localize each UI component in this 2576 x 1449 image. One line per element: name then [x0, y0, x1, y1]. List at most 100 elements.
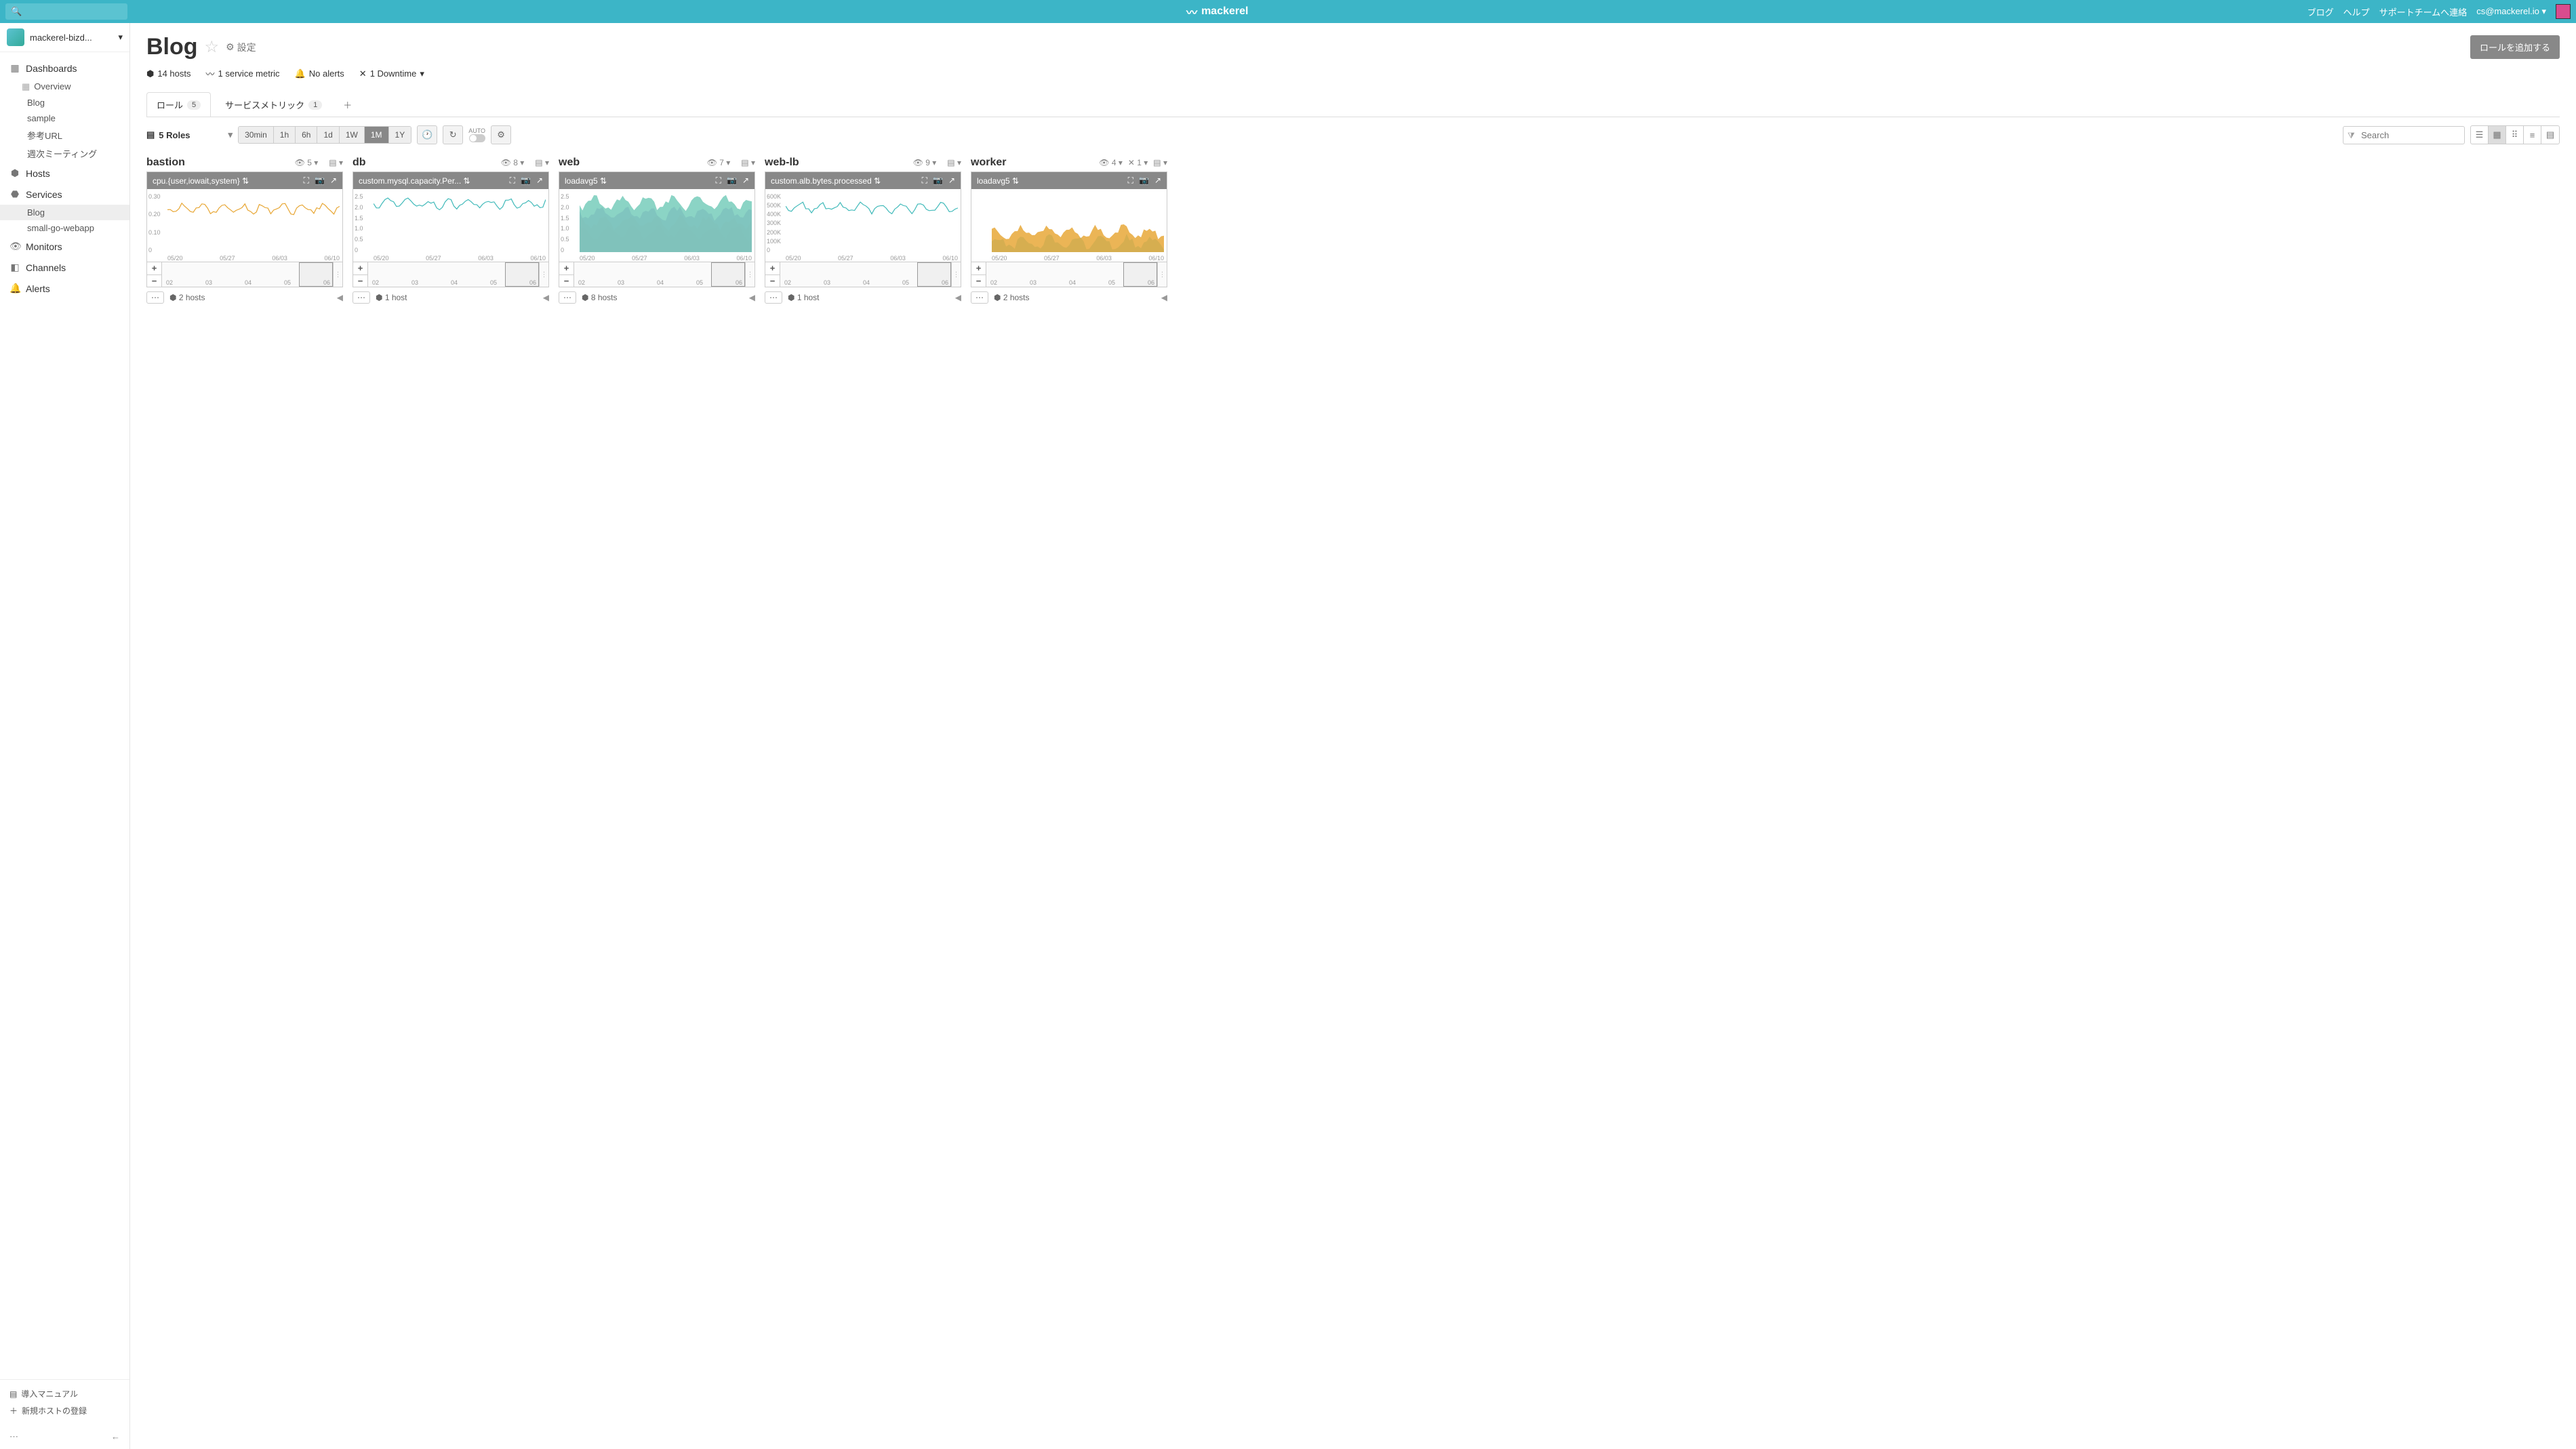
overview-chart[interactable]: 0203040506⋮: [368, 262, 548, 287]
nav-dash-refurl[interactable]: 参考URL: [0, 126, 129, 144]
range-1Y[interactable]: 1Y: [389, 127, 411, 143]
share-icon[interactable]: ↗: [330, 176, 337, 186]
drag-handle[interactable]: ⋮: [539, 262, 548, 287]
collapse-arrow[interactable]: ◀: [1161, 293, 1167, 302]
auto-toggle[interactable]: AUTO: [468, 127, 485, 142]
global-search[interactable]: 🔍: [5, 3, 127, 20]
nav-hosts[interactable]: ⬢Hosts: [0, 163, 129, 184]
camera-icon[interactable]: 📷: [1139, 176, 1149, 186]
overview-chart[interactable]: 0203040506⋮: [574, 262, 754, 287]
sidebar-new-host[interactable]: ＋新規ホストの登録: [9, 1402, 120, 1419]
more-icon[interactable]: ⋯: [9, 1431, 18, 1442]
overview-chart[interactable]: 0203040506⋮: [162, 262, 342, 287]
add-role-button[interactable]: ロールを追加する: [2470, 35, 2560, 59]
sidebar-manual[interactable]: ▤導入マニュアル: [9, 1385, 120, 1402]
range-6h[interactable]: 6h: [296, 127, 317, 143]
more-button[interactable]: ⋯: [971, 291, 988, 304]
metric-name[interactable]: custom.alb.bytes.processed ⇅: [771, 176, 918, 186]
topbar-user[interactable]: cs@mackerel.io ▾: [2476, 6, 2546, 17]
drag-handle[interactable]: ⋮: [1157, 262, 1167, 287]
nav-service-small-go[interactable]: small-go-webapp: [0, 220, 129, 236]
share-icon[interactable]: ↗: [1154, 176, 1161, 186]
nav-dash-sample[interactable]: sample: [0, 110, 129, 126]
note-icon[interactable]: ▤ ▾: [1153, 158, 1167, 167]
expand-icon[interactable]: ⛶: [716, 176, 721, 186]
zoom-out[interactable]: −: [353, 275, 367, 287]
view-grid[interactable]: ▦: [2489, 126, 2506, 144]
refresh-button[interactable]: ↻: [443, 125, 463, 144]
watch-count[interactable]: 👁 7 ▾: [707, 158, 731, 167]
zoom-in[interactable]: +: [971, 262, 986, 275]
search-input[interactable]: [2343, 126, 2465, 144]
summary-downtime[interactable]: ✕1 Downtime ▾: [359, 67, 424, 80]
clock-button[interactable]: 🕐: [417, 125, 437, 144]
topbar-link-support[interactable]: サポートチームへ連絡: [2379, 5, 2468, 18]
drag-handle[interactable]: ⋮: [745, 262, 754, 287]
hosts-count[interactable]: ⬢ 2 hosts: [169, 293, 205, 302]
view-dots[interactable]: ⠿: [2506, 126, 2524, 144]
overview-chart[interactable]: 0203040506⋮: [986, 262, 1167, 287]
drag-handle[interactable]: ⋮: [333, 262, 342, 287]
watch-count[interactable]: 👁 9 ▾: [913, 158, 937, 167]
role-extra[interactable]: ✕ 1 ▾: [1128, 158, 1148, 167]
metric-name[interactable]: custom.mysql.capacity.Per... ⇅: [359, 176, 506, 186]
zoom-in[interactable]: +: [147, 262, 161, 275]
note-icon[interactable]: ▤ ▾: [741, 158, 755, 167]
more-button[interactable]: ⋯: [559, 291, 576, 304]
zoom-in[interactable]: +: [559, 262, 573, 275]
role-name-web[interactable]: web: [559, 157, 580, 169]
zoom-in[interactable]: +: [765, 262, 780, 275]
role-name-db[interactable]: db: [353, 157, 366, 169]
org-selector[interactable]: mackerel-bizd... ▾: [0, 23, 129, 52]
hosts-count[interactable]: ⬢ 2 hosts: [994, 293, 1030, 302]
note-icon[interactable]: ▤ ▾: [329, 158, 343, 167]
collapse-arrow[interactable]: ◀: [955, 293, 961, 302]
zoom-in[interactable]: +: [353, 262, 367, 275]
nav-services[interactable]: ⬣Services: [0, 184, 129, 205]
role-name-bastion[interactable]: bastion: [146, 157, 185, 169]
expand-icon[interactable]: ⛶: [922, 176, 927, 186]
tab-service-metrics[interactable]: サービスメトリック1: [215, 92, 332, 117]
more-button[interactable]: ⋯: [353, 291, 370, 304]
share-icon[interactable]: ↗: [742, 176, 749, 186]
topbar-link-help[interactable]: ヘルプ: [2343, 5, 2370, 18]
view-compact[interactable]: ≡: [2524, 126, 2541, 144]
expand-icon[interactable]: ⛶: [304, 176, 309, 186]
nav-dash-overview[interactable]: ▦Overview: [0, 79, 129, 95]
watch-count[interactable]: 👁 4 ▾: [1099, 158, 1123, 167]
collapse-icon[interactable]: ←: [111, 1431, 120, 1442]
summary-metric[interactable]: 〰1 service metric: [206, 67, 280, 80]
nav-dash-weekly[interactable]: 週次ミーティング: [0, 144, 129, 163]
camera-icon[interactable]: 📷: [933, 176, 943, 186]
settings-button[interactable]: ⚙: [491, 125, 511, 144]
camera-icon[interactable]: 📷: [727, 176, 737, 186]
star-icon[interactable]: ☆: [205, 37, 220, 57]
share-icon[interactable]: ↗: [536, 176, 543, 186]
range-1d[interactable]: 1d: [317, 127, 339, 143]
collapse-arrow[interactable]: ◀: [543, 293, 549, 302]
note-icon[interactable]: ▤ ▾: [947, 158, 961, 167]
zoom-out[interactable]: −: [559, 275, 573, 287]
hosts-count[interactable]: ⬢ 1 host: [376, 293, 407, 302]
zoom-out[interactable]: −: [765, 275, 780, 287]
range-1M[interactable]: 1M: [365, 127, 389, 143]
expand-icon[interactable]: ⛶: [510, 176, 515, 186]
nav-channels[interactable]: ◧Channels: [0, 257, 129, 278]
settings-link[interactable]: ⚙設定: [226, 41, 256, 54]
metric-name[interactable]: cpu.{user,iowait,system} ⇅: [153, 176, 300, 186]
nav-dash-blog[interactable]: Blog: [0, 95, 129, 110]
share-icon[interactable]: ↗: [948, 176, 955, 186]
nav-dashboards[interactable]: ▦Dashboards: [0, 58, 129, 79]
metric-name[interactable]: loadavg5 ⇅: [977, 176, 1124, 186]
nav-service-blog[interactable]: Blog: [0, 205, 129, 220]
more-button[interactable]: ⋯: [146, 291, 164, 304]
summary-alerts[interactable]: 🔔No alerts: [295, 67, 344, 80]
role-name-web-lb[interactable]: web-lb: [765, 157, 799, 169]
collapse-arrow[interactable]: ◀: [749, 293, 755, 302]
camera-icon[interactable]: 📷: [315, 176, 325, 186]
avatar[interactable]: [2556, 4, 2571, 19]
topbar-link-blog[interactable]: ブログ: [2308, 5, 2334, 18]
watch-count[interactable]: 👁 5 ▾: [295, 158, 319, 167]
collapse-arrow[interactable]: ◀: [337, 293, 343, 302]
overview-chart[interactable]: 0203040506⋮: [780, 262, 961, 287]
